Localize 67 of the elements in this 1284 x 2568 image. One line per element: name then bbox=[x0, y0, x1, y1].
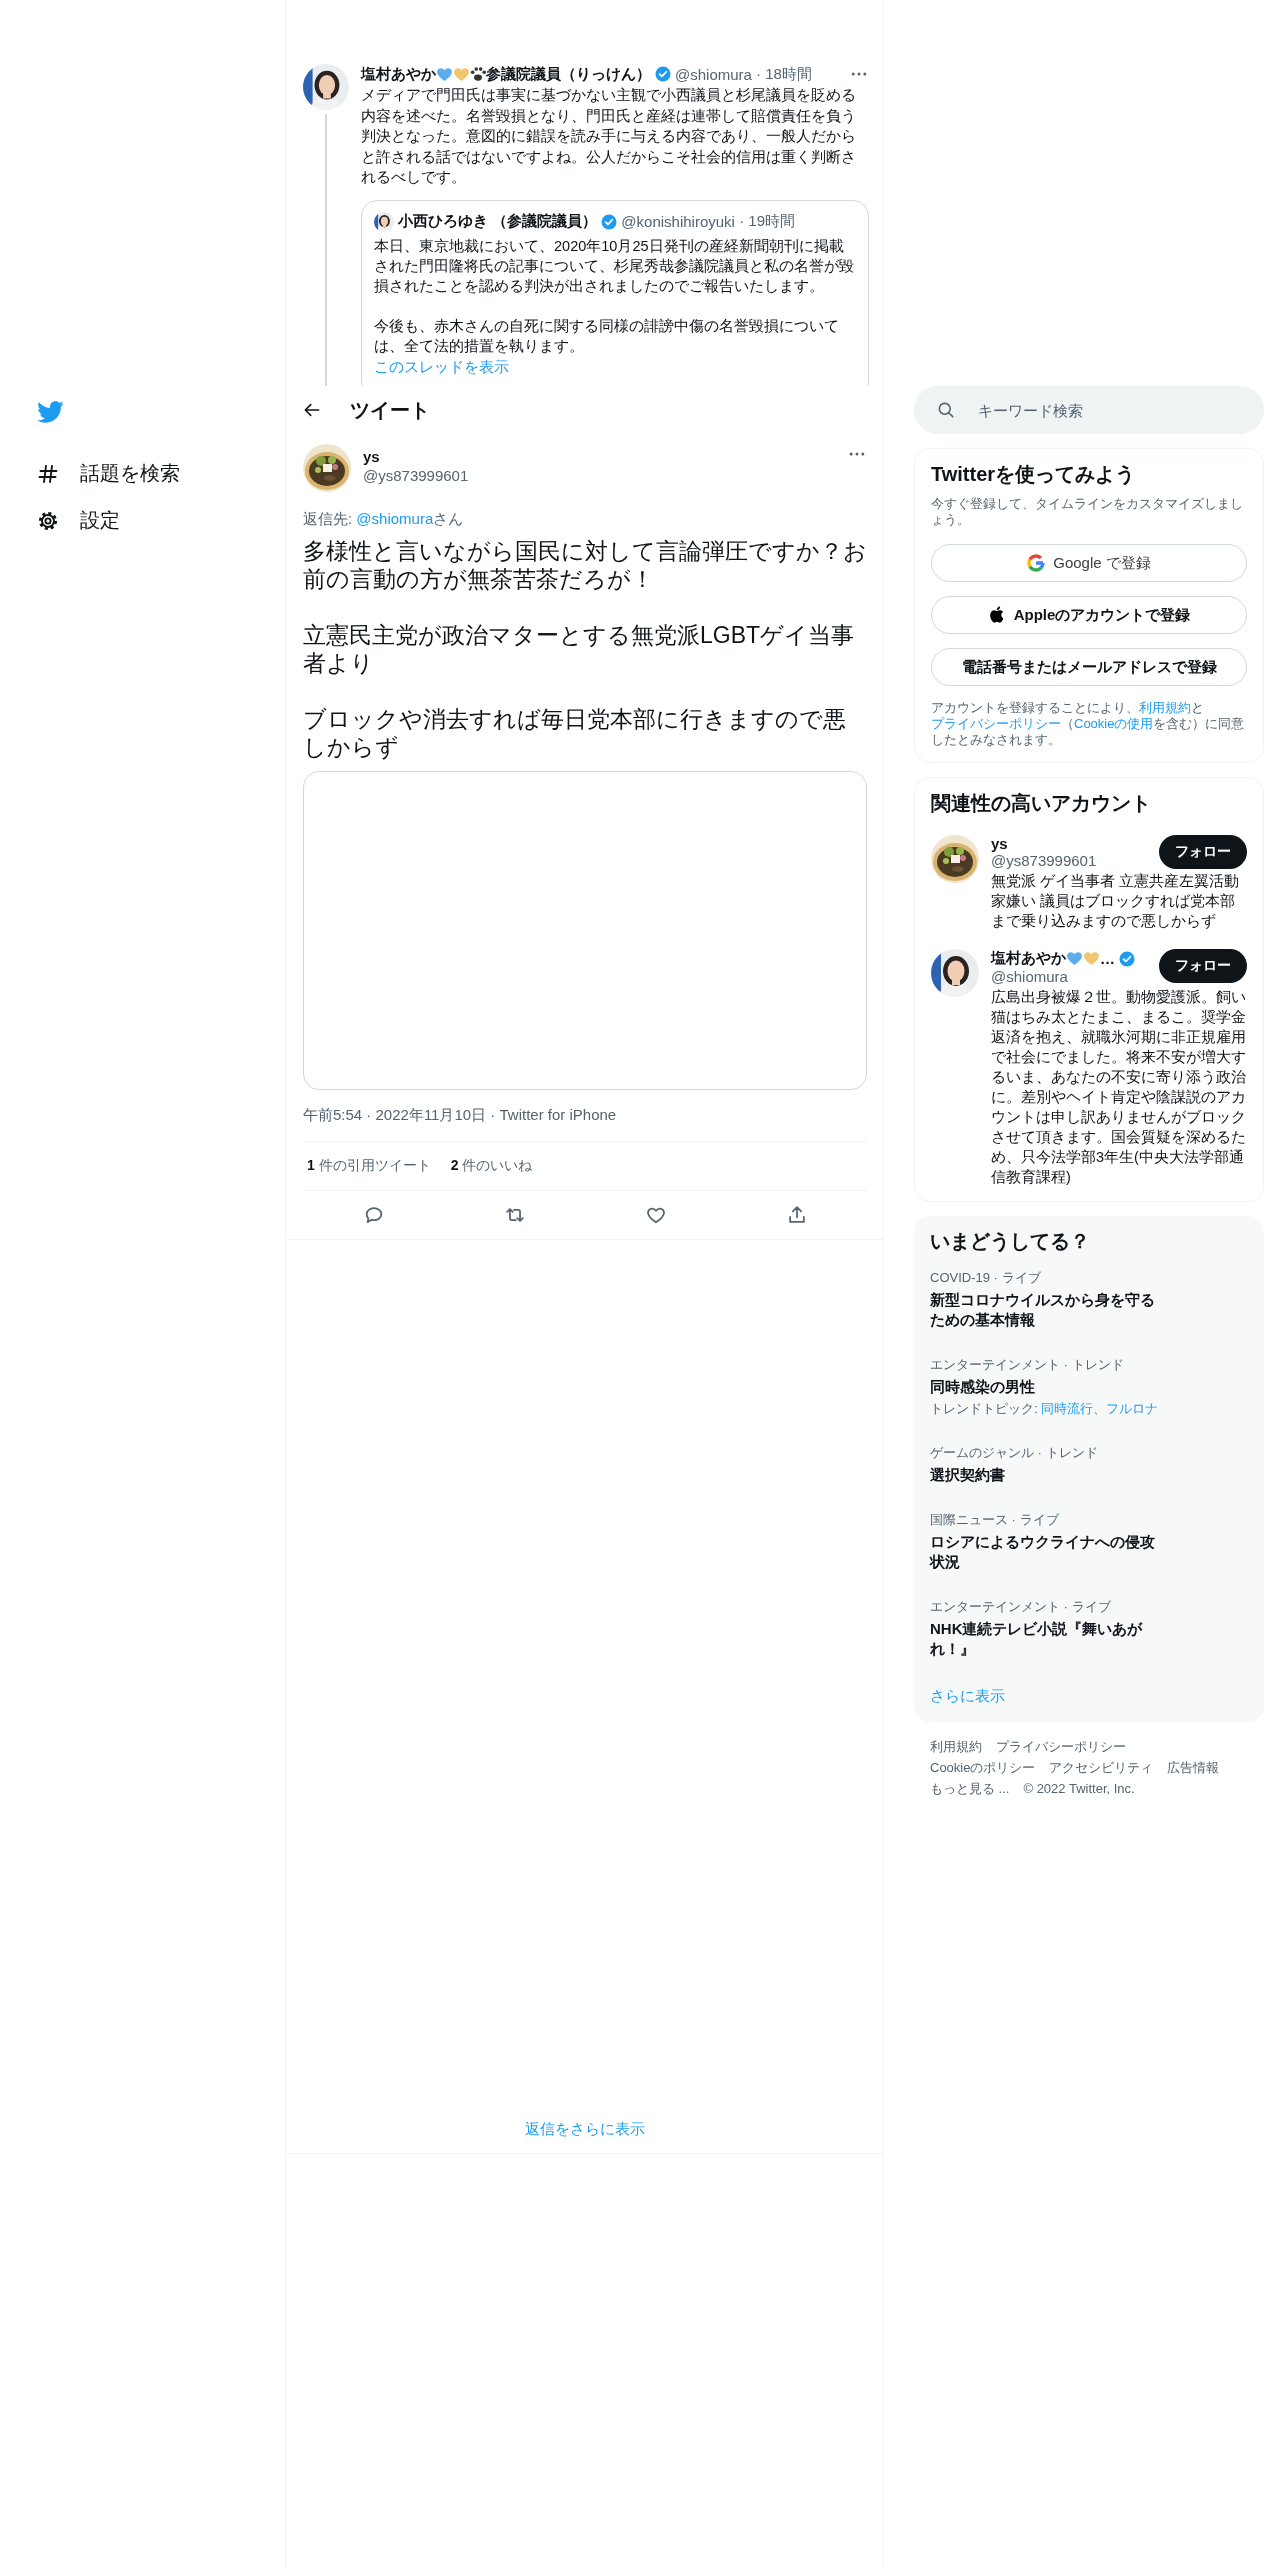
trend-title[interactable]: 新型コロナウイルスから身を守るための基本情報 bbox=[930, 1290, 1166, 1330]
trend-title[interactable]: NHK連続テレビ小説『舞いあがれ！』 bbox=[930, 1619, 1166, 1659]
name-ellipsis: … bbox=[1100, 950, 1115, 967]
heart-icon bbox=[436, 65, 453, 83]
user-handle: @ys873999601 bbox=[363, 467, 470, 484]
user-bio: 無党派 ゲイ当事者 立憲共産左翼活動家嫌い 議員はブロックすれば党本部まで乗り込みますので悪しからず bbox=[991, 872, 1241, 931]
follow-button[interactable]: フォロー bbox=[1159, 835, 1247, 869]
tweet-text: 立憲民主党が政治マターとする無党派LGBTゲイ当事者より bbox=[303, 621, 856, 677]
paw-icon bbox=[470, 66, 486, 82]
footer-link[interactable]: Cookieのポリシー bbox=[930, 1757, 1036, 1778]
trend-context: エンターテインメント · トレンド bbox=[930, 1356, 1125, 1374]
user-handle: @konishihiroyuki bbox=[621, 213, 735, 230]
trend-context: ゲームのジャンル · トレンド bbox=[930, 1444, 1099, 1462]
trend-title[interactable]: ロシアによるウクライナへの侵攻状況 bbox=[930, 1532, 1166, 1572]
trend-context: COVID-19 · ライブ bbox=[930, 1269, 1042, 1287]
follow-button[interactable]: フォロー bbox=[1159, 949, 1247, 983]
trend-context: 国際ニュース · ライブ bbox=[930, 1511, 1060, 1529]
tweet-text: メディアで門田氏は事実に基づかない主観で小西議員と杉尾議員を貶める内容を述べた。名誉毀損となり、門田氏と産経は連帯して賠償責任を負う判決となった。意図的に錯誤を読み手に与える内容であり、一般人だからと許される話ではないですよね。公人だからこそ社会的信用は重く判断されるべしです。 bbox=[361, 85, 857, 187]
bird-icon[interactable] bbox=[36, 398, 64, 426]
card-title: 関連性の高いアカウント bbox=[931, 791, 1152, 816]
user-handle: @shiomura bbox=[675, 65, 752, 83]
trend-topics: トレンドトピック: 同時流行、フルロナ bbox=[930, 1400, 1160, 1418]
legal-text: アカウントを登録することにより、利用規約 と プライバシーポリシー（Cookieの使用を含む）に同意したとみなされます。 bbox=[931, 700, 1246, 748]
tweet-time: · 18時間 bbox=[756, 64, 812, 84]
tweet-timestamp: 午前5:54 · 2022年11月10日 · Twitter for iPhone bbox=[303, 1090, 867, 1142]
footer-link[interactable]: 利用規約 bbox=[930, 1736, 982, 1757]
user-name: ys bbox=[363, 448, 381, 465]
user-title: 参議院議員（りっけん） bbox=[486, 64, 651, 84]
page-title: ツイート bbox=[350, 397, 430, 423]
google-icon bbox=[1027, 554, 1046, 572]
search-field[interactable]: キーワード検索 bbox=[914, 386, 1264, 434]
signup-button[interactable]: Appleのアカウントで登録 bbox=[931, 596, 1247, 634]
user-handle: @shiomura bbox=[991, 968, 1069, 985]
nav-link[interactable]: 話題を検索 bbox=[80, 460, 180, 487]
search-icon bbox=[936, 400, 956, 420]
tweet-text: ブロックや消去すれば毎日党本部に行きますので悪しからず bbox=[303, 705, 847, 761]
stat-link[interactable]: 2 件のいいね bbox=[450, 1157, 533, 1175]
tweet-text: 多様性と言いながら国民に対して言論弾圧ですか？お前の言動の方が無茶苦茶だろが！ bbox=[303, 537, 867, 593]
card-subtitle: 今すぐ登録して、タイムラインをカスタマイズしましょう。 bbox=[931, 496, 1244, 528]
footer-link[interactable]: もっと見る ... bbox=[930, 1778, 1010, 1799]
stat-link[interactable]: 1 件の引用ツイート bbox=[307, 1157, 431, 1175]
signup-button[interactable]: 電話番号またはメールアドレスで登録 bbox=[931, 648, 1247, 686]
quote-text: 本日、東京地裁において、2020年10月25日発刊の産経新聞朝刊に掲載された門田隆将氏の記事について、杉尾秀哉参議院議員と私の名誉が毀損されたことを認める判決が出されましたのでご報告いたします。 bbox=[374, 236, 855, 296]
footer-link[interactable]: プライバシーポリシー bbox=[996, 1736, 1126, 1757]
heart-icon bbox=[1083, 950, 1100, 967]
trend-context: エンターテインメント · ライブ bbox=[930, 1598, 1112, 1616]
user-name: ys bbox=[991, 835, 1008, 852]
user-name: 小西ひろゆき （参議院議員） bbox=[398, 212, 598, 231]
footer-link[interactable]: アクセシビリティ bbox=[1049, 1757, 1154, 1778]
apple-icon bbox=[987, 606, 1006, 624]
heart-icon bbox=[453, 65, 470, 83]
heart-icon bbox=[1066, 950, 1083, 967]
trend-title[interactable]: 選択契約書 bbox=[930, 1465, 1166, 1485]
user-bio: 広島出身被爆２世。動物愛護派。飼い猫はちみ太とたまこ、まるこ。奨学金返済を抱え、就職氷河期に非正規雇用で社会にでました。将来不安が増大するいま、あなたの不安に寄り添う政治に。差別やヘイト肯定や陰謀説のアカウントは申し訳ありませんがブロックさせて頂きます。国会質疑を深めるため、只今法学部3年生(中央大法学部通信教育課程) bbox=[991, 988, 1247, 1187]
card-title: Twitterを使ってみよう bbox=[931, 462, 1137, 487]
signup-button[interactable]: Google で登録 bbox=[931, 544, 1247, 582]
user-name: 塩村あやか bbox=[361, 64, 436, 84]
quote-text: 今後も、赤木さんの自死に関する同様の誹謗中傷の名誉毀損については、全て法的措置を執ります。 bbox=[374, 316, 840, 356]
footer-link[interactable]: 広告情報 bbox=[1167, 1757, 1220, 1778]
card-title: いまどうしてる？ bbox=[929, 1229, 1091, 1254]
trend-title[interactable]: 同時感染の男性 bbox=[930, 1377, 1166, 1397]
tweet-time: · 19時間 bbox=[739, 212, 795, 231]
copyright-text: © 2022 Twitter, Inc. bbox=[1023, 1780, 1135, 1798]
nav-link[interactable]: 設定 bbox=[80, 507, 120, 534]
reply-to-text: 返信先: @shiomuraさん bbox=[303, 510, 465, 529]
user-name: 塩村あやか bbox=[991, 949, 1066, 968]
user-handle: @ys873999601 bbox=[991, 852, 1098, 869]
